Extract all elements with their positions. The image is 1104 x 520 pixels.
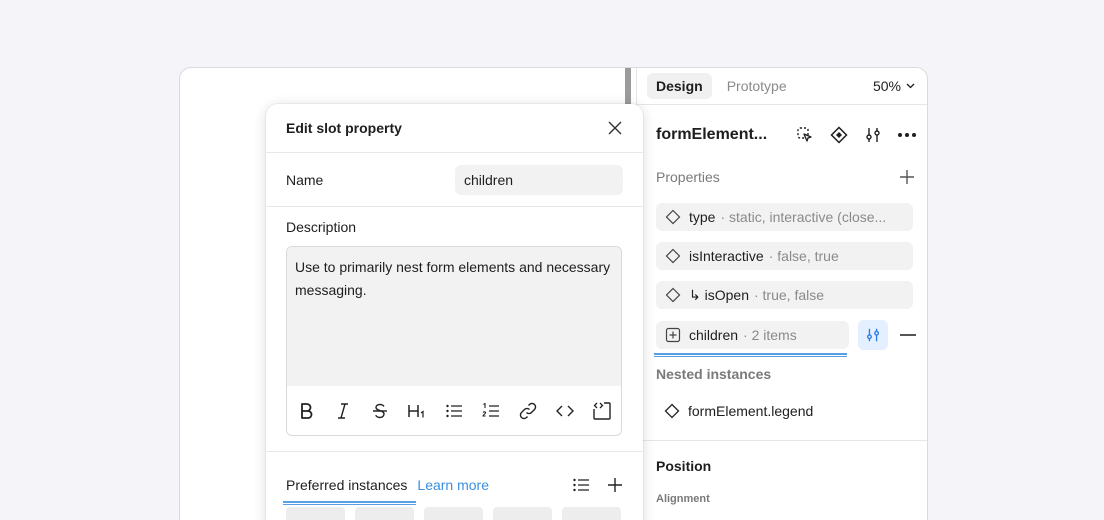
properties-title: Properties bbox=[656, 169, 720, 185]
dialog-header: Edit slot property bbox=[266, 104, 643, 153]
property-name: type bbox=[689, 209, 716, 225]
property-isinteractive[interactable]: isInteractive · false, true bbox=[656, 242, 913, 270]
property-name: isInteractive bbox=[689, 248, 764, 264]
variant-icon bbox=[665, 248, 681, 264]
description-label: Description bbox=[286, 219, 357, 235]
component-header: formElement... bbox=[637, 105, 927, 165]
nested-instance-item[interactable]: formElement.legend bbox=[637, 403, 927, 419]
property-value: · false, true bbox=[768, 248, 839, 264]
property-type[interactable]: type · static, interactive (close... bbox=[656, 203, 913, 231]
link-icon[interactable] bbox=[517, 400, 539, 422]
name-label: Name bbox=[286, 171, 324, 188]
select-instance-icon[interactable] bbox=[793, 123, 817, 147]
adjust-icon[interactable] bbox=[861, 123, 885, 147]
property-children-slot[interactable]: children · 2 items bbox=[656, 321, 849, 349]
bold-icon[interactable] bbox=[295, 400, 317, 422]
variant-icon bbox=[665, 287, 681, 303]
property-value: · 2 items bbox=[743, 327, 797, 343]
description-editor: Use to primarily nest form elements and … bbox=[286, 246, 622, 436]
heading-icon[interactable] bbox=[406, 400, 428, 422]
properties-header: Properties bbox=[637, 165, 927, 189]
tab-prototype[interactable]: Prototype bbox=[719, 73, 795, 99]
instance-thumbnail[interactable] bbox=[562, 507, 621, 520]
instance-thumbnail[interactable] bbox=[355, 507, 414, 520]
chevron-down-icon bbox=[906, 83, 915, 89]
annotation-underline bbox=[283, 501, 416, 505]
preferred-instances-grid bbox=[266, 507, 643, 520]
canvas-scrollbar[interactable] bbox=[625, 68, 631, 106]
slot-icon bbox=[665, 327, 681, 343]
name-row: Name children bbox=[266, 153, 643, 207]
adjust-icon bbox=[867, 328, 879, 342]
instance-thumbnail[interactable] bbox=[286, 507, 345, 520]
tab-design[interactable]: Design bbox=[647, 73, 712, 99]
annotation-underline bbox=[654, 353, 847, 357]
property-name: children bbox=[689, 327, 739, 343]
position-title: Position bbox=[656, 458, 712, 474]
numbered-list-icon[interactable] bbox=[480, 400, 502, 422]
description-section: Description Use to primarily nest form e… bbox=[266, 207, 643, 436]
bulleted-list-icon[interactable] bbox=[443, 400, 465, 422]
add-property-icon[interactable] bbox=[895, 165, 919, 189]
preferred-instances-label: Preferred instances bbox=[286, 477, 408, 493]
alignment-title: Alignment bbox=[656, 493, 710, 505]
instance-icon bbox=[664, 403, 680, 419]
edit-slot-button[interactable] bbox=[858, 320, 888, 350]
preferred-instances-row: Preferred instances Learn more bbox=[266, 473, 643, 497]
description-textarea[interactable]: Use to primarily nest form elements and … bbox=[287, 247, 621, 386]
remove-property-icon[interactable] bbox=[900, 334, 916, 336]
format-toolbar bbox=[287, 386, 621, 435]
property-value: · static, interactive (close... bbox=[720, 209, 887, 225]
panel-tabs: Design Prototype 50% bbox=[637, 68, 927, 105]
divider bbox=[637, 440, 927, 441]
nested-instances-title: Nested instances bbox=[656, 366, 772, 382]
zoom-value: 50% bbox=[872, 78, 901, 94]
property-isopen[interactable]: ↳ isOpen · true, false bbox=[656, 281, 913, 309]
code-icon[interactable] bbox=[554, 400, 576, 422]
property-value: · true, false bbox=[753, 287, 825, 303]
variant-icon bbox=[665, 209, 681, 225]
component-icon[interactable] bbox=[827, 123, 851, 147]
name-field[interactable]: children bbox=[455, 164, 623, 195]
italic-icon[interactable] bbox=[332, 400, 354, 422]
design-panel: Design Prototype 50% formElement... Prop… bbox=[636, 68, 927, 520]
more-icon[interactable] bbox=[895, 123, 919, 147]
nested-instance-name: formElement.legend bbox=[688, 403, 814, 419]
divider bbox=[266, 451, 643, 452]
instance-thumbnail[interactable] bbox=[493, 507, 552, 520]
property-name: ↳ isOpen bbox=[689, 286, 749, 303]
learn-more-link[interactable]: Learn more bbox=[417, 477, 489, 493]
zoom-dropdown[interactable]: 50% bbox=[873, 78, 915, 94]
add-instance-icon[interactable] bbox=[603, 473, 627, 497]
close-icon[interactable] bbox=[603, 116, 627, 140]
edit-slot-dialog: Edit slot property Name children Descrip… bbox=[266, 104, 643, 520]
instance-thumbnail[interactable] bbox=[424, 507, 483, 520]
dialog-title: Edit slot property bbox=[286, 120, 402, 136]
component-name: formElement... bbox=[656, 126, 768, 143]
strikethrough-icon[interactable] bbox=[369, 400, 391, 422]
list-view-icon[interactable] bbox=[569, 473, 593, 497]
code-block-icon[interactable] bbox=[591, 400, 613, 422]
